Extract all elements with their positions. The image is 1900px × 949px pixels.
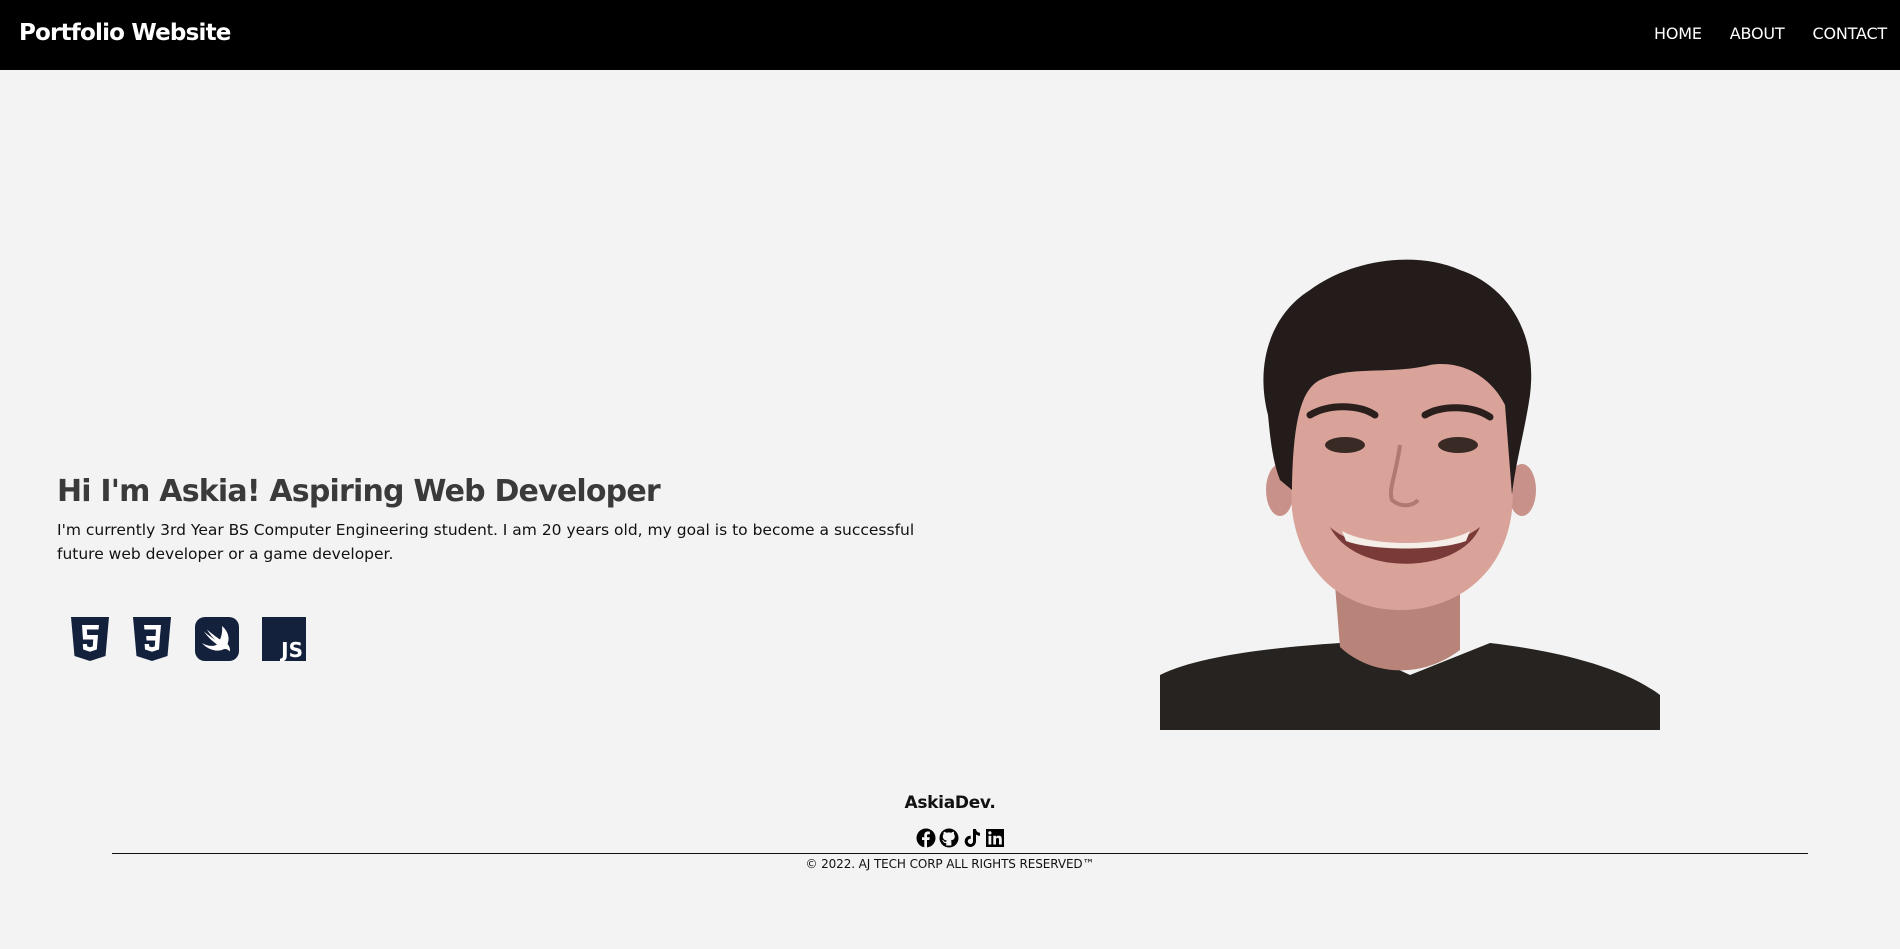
javascript-icon: JS [262,617,306,661]
footer-divider [112,853,1808,854]
tiktok-icon[interactable] [962,828,982,848]
skills-icons: JS [70,616,306,662]
footer-brand: AskiaDev. [904,793,996,813]
nav-links: HOME ABOUT CONTACT [1654,24,1887,43]
github-icon[interactable] [939,828,959,848]
social-links [916,828,1005,848]
css3-icon [133,617,171,661]
navbar: Portfolio Website HOME ABOUT CONTACT [0,0,1900,70]
facebook-icon[interactable] [916,828,936,848]
profile-photo [1160,259,1660,730]
html5-icon [71,617,109,661]
nav-contact-link[interactable]: CONTACT [1813,24,1888,43]
hero-description: I'm currently 3rd Year BS Computer Engin… [57,521,915,563]
nav-about-link[interactable]: ABOUT [1730,24,1785,43]
swift-icon [195,617,239,661]
nav-home-link[interactable]: HOME [1654,24,1702,43]
site-brand[interactable]: Portfolio Website [19,20,231,46]
hero-title: Hi I'm Askia! Aspiring Web Developer [57,474,661,509]
js-badge-text: JS [279,638,303,661]
copyright-text: © 2022. AJ TECH CORP ALL RIGHTS RESERVED… [805,857,1095,871]
linkedin-icon[interactable] [985,828,1005,848]
